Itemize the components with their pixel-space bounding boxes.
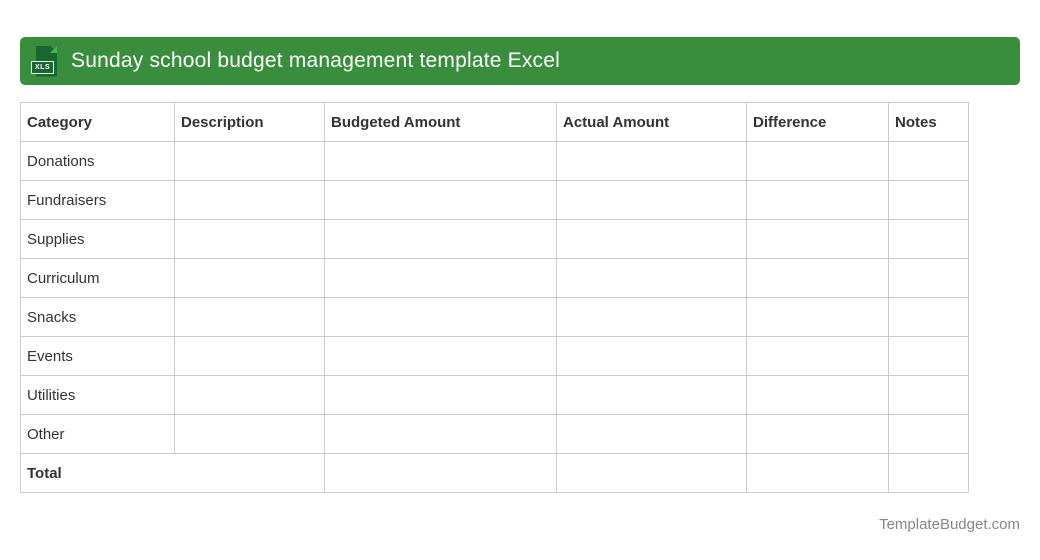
empty-cell	[746, 219, 889, 259]
budget-table: Category Description Budgeted Amount Act…	[20, 102, 969, 493]
empty-cell	[888, 297, 969, 337]
empty-cell	[556, 375, 747, 415]
empty-cell	[174, 258, 325, 298]
column-header-description: Description	[174, 102, 325, 142]
empty-cell	[324, 180, 557, 220]
page: XLS Sunday school budget management temp…	[0, 0, 1040, 560]
total-row: Total	[20, 453, 969, 493]
folded-corner	[50, 45, 57, 53]
empty-cell	[746, 336, 889, 376]
empty-cell	[556, 414, 747, 454]
empty-cell	[324, 453, 557, 493]
empty-cell	[324, 375, 557, 415]
empty-cell	[746, 453, 889, 493]
column-header-budgeted-amount: Budgeted Amount	[324, 102, 557, 142]
empty-cell	[174, 180, 325, 220]
site-watermark: TemplateBudget.com	[879, 516, 1020, 533]
row-label-fundraisers: Fundraisers	[20, 180, 175, 220]
empty-cell	[174, 219, 325, 259]
column-header-category: Category	[20, 102, 175, 142]
row-label-supplies: Supplies	[20, 219, 175, 259]
empty-cell	[556, 453, 747, 493]
empty-cell	[324, 258, 557, 298]
empty-cell	[556, 258, 747, 298]
column-header-difference: Difference	[746, 102, 889, 142]
template-header-bar: XLS Sunday school budget management temp…	[20, 37, 1020, 85]
table-row: Supplies	[20, 219, 969, 259]
empty-cell	[556, 336, 747, 376]
empty-cell	[174, 336, 325, 376]
row-label-utilities: Utilities	[20, 375, 175, 415]
table-row: Events	[20, 336, 969, 376]
empty-cell	[888, 375, 969, 415]
row-label-curriculum: Curriculum	[20, 258, 175, 298]
empty-cell	[324, 141, 557, 181]
total-label: Total	[20, 453, 325, 493]
page-title: Sunday school budget management template…	[71, 49, 561, 72]
empty-cell	[174, 297, 325, 337]
empty-cell	[888, 219, 969, 259]
empty-cell	[324, 297, 557, 337]
empty-cell	[888, 453, 969, 493]
empty-cell	[174, 414, 325, 454]
table-row: Snacks	[20, 297, 969, 337]
empty-cell	[746, 375, 889, 415]
empty-cell	[888, 258, 969, 298]
xls-badge: XLS	[31, 60, 55, 74]
row-label-snacks: Snacks	[20, 297, 175, 337]
empty-cell	[746, 141, 889, 181]
row-label-events: Events	[20, 336, 175, 376]
empty-cell	[888, 141, 969, 181]
row-label-other: Other	[20, 414, 175, 454]
empty-cell	[888, 414, 969, 454]
empty-cell	[888, 336, 969, 376]
xls-file-icon: XLS	[31, 45, 57, 77]
empty-cell	[746, 180, 889, 220]
empty-cell	[174, 375, 325, 415]
table-row: Other	[20, 414, 969, 454]
column-header-notes: Notes	[888, 102, 969, 142]
empty-cell	[324, 336, 557, 376]
empty-cell	[746, 297, 889, 337]
column-header-actual-amount: Actual Amount	[556, 102, 747, 142]
header-row: Category Description Budgeted Amount Act…	[20, 102, 969, 142]
empty-cell	[556, 219, 747, 259]
empty-cell	[324, 414, 557, 454]
table-row: Curriculum	[20, 258, 969, 298]
empty-cell	[746, 414, 889, 454]
row-label-donations: Donations	[20, 141, 175, 181]
empty-cell	[174, 141, 325, 181]
empty-cell	[556, 141, 747, 181]
empty-cell	[556, 297, 747, 337]
empty-cell	[746, 258, 889, 298]
empty-cell	[324, 219, 557, 259]
table-row: Fundraisers	[20, 180, 969, 220]
table-row: Utilities	[20, 375, 969, 415]
empty-cell	[556, 180, 747, 220]
empty-cell	[888, 180, 969, 220]
table-row: Donations	[20, 141, 969, 181]
